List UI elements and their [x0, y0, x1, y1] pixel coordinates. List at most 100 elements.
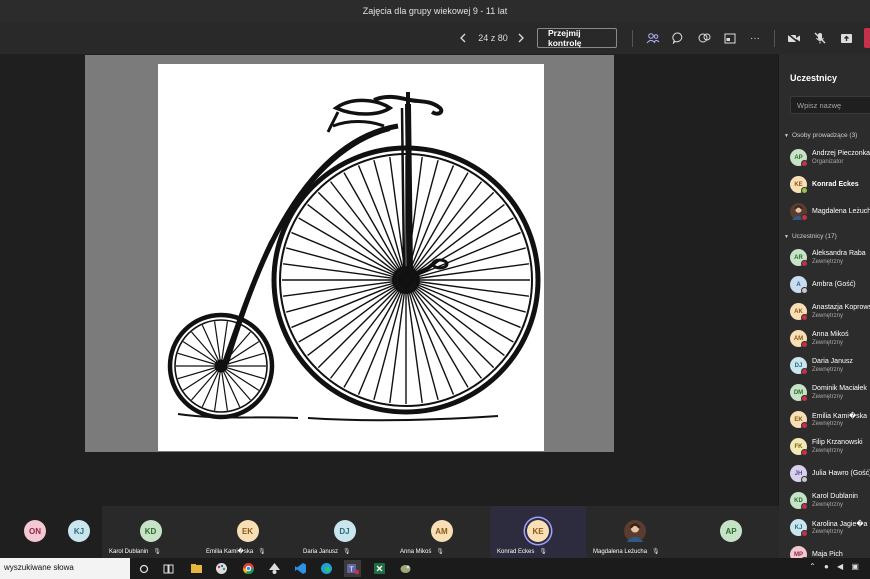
presence-status-icon — [801, 476, 808, 483]
wheel-spoke — [405, 172, 469, 281]
presence-status-icon — [801, 214, 808, 221]
participant-name: Anna Mikoś — [812, 331, 849, 338]
presence-status-icon — [801, 449, 808, 456]
mic-icon: 🎙 — [652, 549, 660, 555]
video-tile[interactable]: KE Konrad Eckes 🎙 — [490, 506, 586, 558]
tile-name-label: Konrad Eckes — [497, 549, 535, 555]
avatar: AM — [430, 520, 453, 542]
file-explorer-icon[interactable] — [188, 560, 205, 577]
presence-status-icon — [801, 422, 808, 429]
toolbar-divider — [632, 30, 633, 47]
participant-row[interactable]: KE Konrad Eckes — [790, 176, 870, 198]
video-tile[interactable]: Magdalena Leżucha 🎙 — [586, 506, 683, 558]
participant-row[interactable]: AP Andrzej Pieczonka Organizator — [790, 149, 870, 171]
reactions-icon[interactable] — [695, 28, 713, 48]
participant-search-input[interactable]: Wpisz nazwę — [790, 96, 870, 114]
leave-button[interactable] — [864, 28, 870, 48]
participants-icon[interactable] — [644, 28, 662, 48]
presence-status-icon — [801, 503, 808, 510]
tile-name-label: Emilia Kami�ska — [206, 549, 254, 555]
participant-name: Karolina Jagie�a — [812, 521, 868, 528]
wheel-spoke — [220, 365, 265, 380]
pinned-app-icon[interactable] — [397, 560, 414, 577]
more-actions-button[interactable]: ··· — [746, 28, 764, 48]
participant-row[interactable]: EK Emilia Kami�ska Zewnętrzny — [790, 411, 870, 433]
video-tile[interactable]: DJ Daria Janusz 🎙 — [296, 506, 393, 558]
inkscape-icon[interactable] — [266, 560, 283, 577]
participant-role: Zewnętrzny — [812, 340, 844, 346]
wheel-spoke — [343, 172, 407, 281]
wheel-spoke — [317, 191, 407, 281]
participant-row[interactable]: MP Maja Pich — [790, 546, 870, 558]
participant-row[interactable]: KJ Karolina Jagie�a Zewnętrzny — [790, 519, 870, 541]
wheel-spoke — [405, 279, 495, 369]
video-tile[interactable]: KJ — [68, 506, 90, 558]
participant-row[interactable]: DM Dominik Maciałek Zewnętrzny — [790, 384, 870, 406]
participant-row[interactable]: A Ambra (Gość) — [790, 276, 870, 298]
video-tile[interactable]: ON — [24, 506, 46, 558]
participant-row[interactable]: FK Filip Krzanowski Zewnętrzny — [790, 438, 870, 460]
prev-slide-icon[interactable] — [456, 28, 470, 48]
cortana-icon[interactable] — [135, 560, 152, 577]
wheel-spoke — [177, 352, 222, 367]
participant-role: Organizator — [812, 159, 844, 165]
taskbar-search-box[interactable]: wyszukiwane słowa — [0, 558, 130, 579]
share-tray-icon[interactable] — [837, 28, 855, 48]
wheel-spoke — [298, 279, 407, 343]
participant-role: Zewnętrzny — [812, 367, 844, 373]
participant-row[interactable]: DJ Daria Janusz Zewnętrzny — [790, 357, 870, 379]
participant-row[interactable]: Magdalena Leżucha — [790, 203, 870, 225]
avatar: DJ — [333, 520, 356, 542]
chat-icon[interactable] — [669, 28, 687, 48]
chrome-icon[interactable] — [240, 560, 257, 577]
participant-video-strip: ON KJ KD Karol Dublanin 🎙 EK Emilia Kami�ska 🎙 D… — [0, 506, 779, 558]
avatar: KE — [527, 520, 549, 542]
participant-role: Zewnętrzny — [812, 502, 844, 508]
participant-name: Karol Dublanin — [812, 493, 858, 500]
participant-row[interactable]: KD Karol Dublanin Zewnętrzny — [790, 492, 870, 514]
penny-farthing-bicycle-image — [167, 92, 541, 422]
shared-content-area — [0, 54, 778, 506]
attendees-section-header[interactable]: ▼ Uczestnicy (17) — [784, 233, 837, 240]
presenters-section-header[interactable]: ▼ Osoby prowadzące (3) — [784, 132, 857, 139]
participant-name: Dominik Maciałek — [812, 385, 867, 392]
participant-row[interactable]: AM Anna Mikoś Zewnętrzny — [790, 330, 870, 352]
teams-icon[interactable]: T — [344, 560, 361, 577]
panel-title: Uczestnicy — [790, 73, 838, 83]
presence-status-icon — [801, 314, 808, 321]
avatar: AP — [720, 520, 742, 542]
mic-off-icon[interactable] — [811, 28, 829, 48]
paint-icon[interactable] — [213, 560, 230, 577]
next-slide-icon[interactable] — [514, 28, 528, 48]
presence-status-icon — [801, 395, 808, 402]
meeting-toolbar: 24 z 80 Przejmij kontrolę ··· — [0, 22, 870, 54]
mic-icon: 🎙 — [436, 549, 444, 555]
edge-icon[interactable] — [318, 560, 335, 577]
video-tile[interactable]: AP — [683, 506, 779, 558]
tile-name-label: Daria Janusz — [303, 549, 339, 555]
mic-icon: 🎙 — [258, 549, 266, 555]
task-view-icon[interactable] — [160, 560, 177, 577]
participant-row[interactable]: AKAnastazja KoprowskaZewnętrzny — [790, 303, 870, 325]
wheel-spoke — [405, 279, 526, 313]
participant-row[interactable]: JH Julia Hawro (Gość) — [790, 465, 870, 487]
collapse-triangle-icon: ▼ — [784, 234, 789, 240]
avatar — [623, 520, 646, 542]
vscode-icon[interactable] — [292, 560, 309, 577]
breakout-rooms-icon[interactable] — [721, 28, 739, 48]
video-tile[interactable]: AM Anna Mikoś 🎙 — [393, 506, 490, 558]
tile-name-label: Karol Dublanin — [109, 549, 149, 555]
wheel-spoke — [343, 279, 407, 388]
video-tile[interactable]: KD Karol Dublanin 🎙 — [102, 506, 199, 558]
system-tray-icons[interactable]: ⌃ ● ◀ ▣ — [809, 562, 862, 571]
excel-icon[interactable] — [371, 560, 388, 577]
tile-name: Anna Mikoś 🎙 — [400, 548, 444, 555]
participant-row[interactable]: AR Aleksandra Raba Zewnętrzny — [790, 249, 870, 271]
participant-name: Filip Krzanowski — [812, 439, 863, 446]
camera-off-icon[interactable] — [785, 28, 803, 48]
avatar: KD — [139, 520, 162, 542]
participant-name: Konrad Eckes — [812, 181, 859, 188]
take-control-button[interactable]: Przejmij kontrolę — [537, 28, 617, 48]
tile-name: Karol Dublanin 🎙 — [109, 548, 161, 555]
video-tile[interactable]: EK Emilia Kami�ska 🎙 — [199, 506, 296, 558]
